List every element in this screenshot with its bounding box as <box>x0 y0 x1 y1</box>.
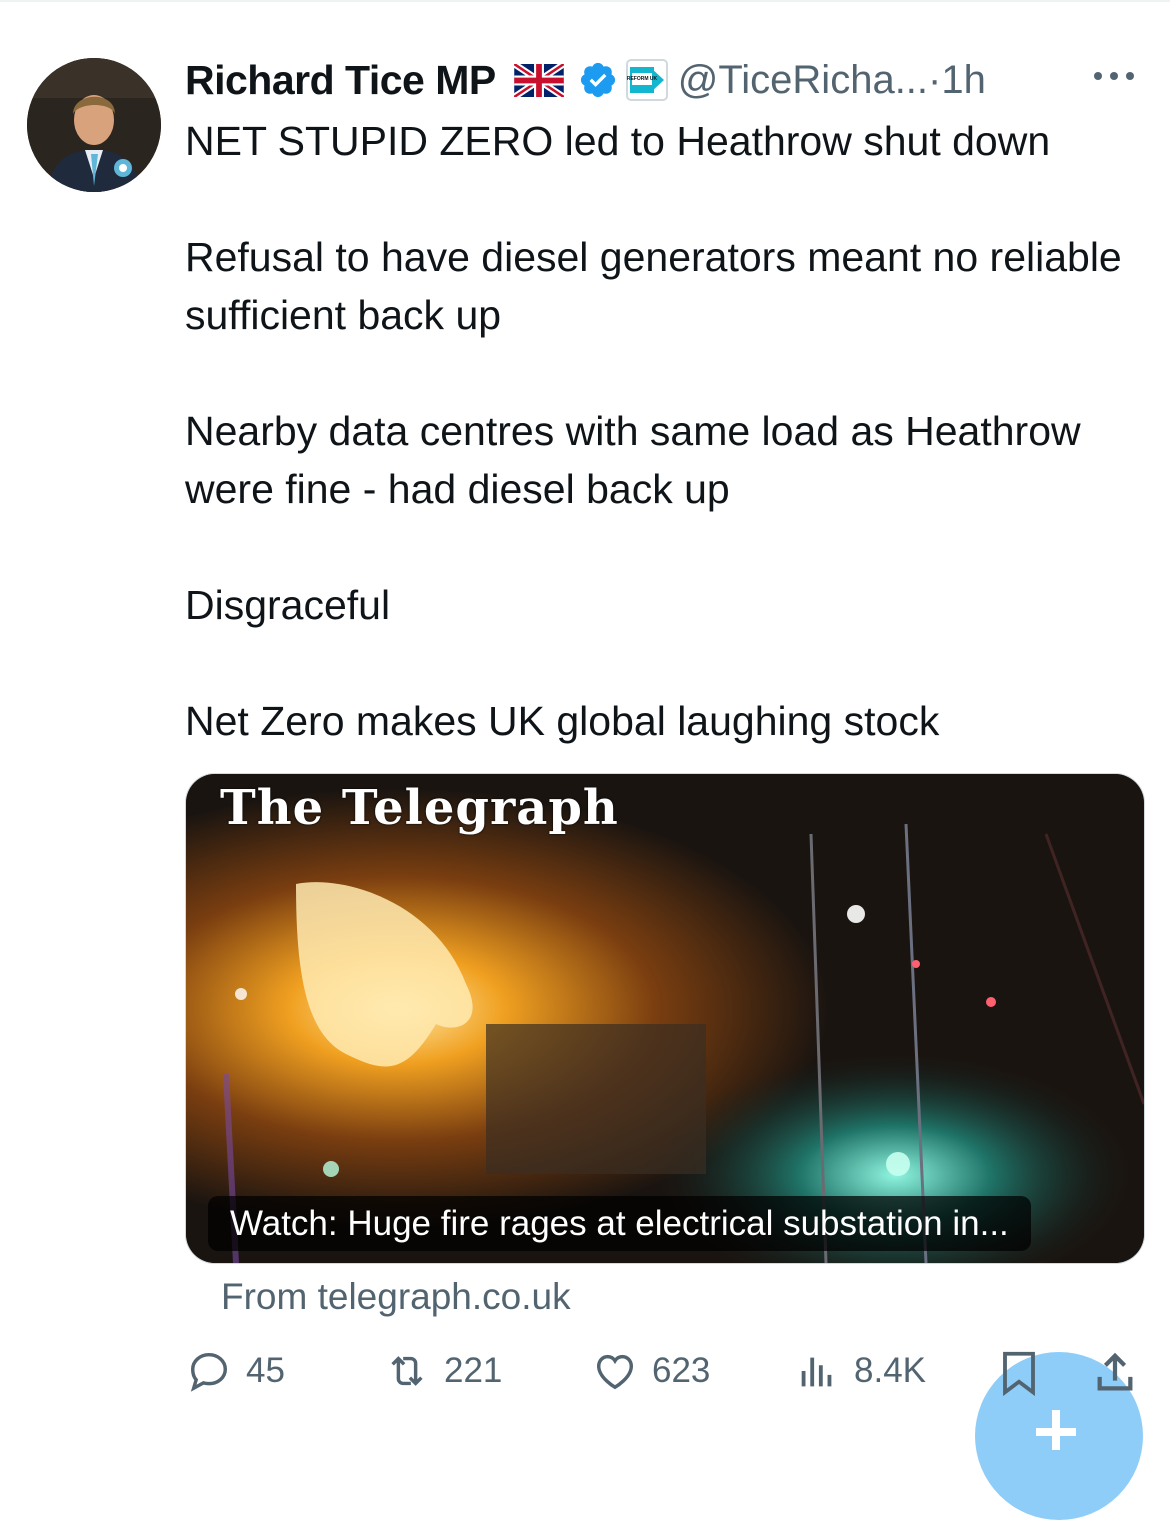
time-separator: · <box>928 57 942 102</box>
tweet-paragraph: NET STUPID ZERO led to Heathrow shut dow… <box>185 118 1051 164</box>
telegraph-logo: The Telegraph <box>220 780 619 836</box>
like-count: 623 <box>652 1351 711 1390</box>
retweet-icon <box>391 1356 423 1386</box>
tweet-paragraph: Refusal to have diesel generators meant … <box>185 234 1122 338</box>
reply-count: 45 <box>246 1351 285 1390</box>
link-preview-card[interactable]: The Telegraph Watch: Huge fire rages at … <box>185 773 1145 1264</box>
affiliate-label: REFORM UK <box>627 76 658 82</box>
views-count: 8.4K <box>854 1351 926 1390</box>
verified-badge-icon[interactable] <box>578 60 618 100</box>
views-button[interactable]: 8.4K <box>794 1348 926 1394</box>
bookmark-icon[interactable] <box>998 1350 1040 1396</box>
avatar[interactable] <box>27 58 161 192</box>
heart-icon <box>596 1354 634 1390</box>
tweet-paragraph: Disgraceful <box>185 582 391 628</box>
more-options-icon[interactable] <box>1090 62 1138 90</box>
tweet-header: Richard Tice MP REFORM UK @TiceRicha... … <box>185 52 1155 108</box>
tweet-paragraph: Nearby data centres with same load as He… <box>185 408 1081 512</box>
share-icon[interactable] <box>1092 1350 1138 1396</box>
tweet-paragraph: Net Zero makes UK global laughing stock <box>185 698 940 744</box>
retweet-count: 221 <box>444 1351 503 1390</box>
top-divider <box>0 0 1170 2</box>
reply-icon <box>190 1352 228 1392</box>
compose-plus-icon-bar <box>1036 1428 1076 1436</box>
like-button[interactable]: 623 <box>592 1348 710 1394</box>
tweet-body: NET STUPID ZERO led to Heathrow shut dow… <box>185 112 1145 808</box>
reply-button[interactable]: 45 <box>186 1348 285 1394</box>
retweet-button[interactable]: 221 <box>384 1348 502 1394</box>
author-name[interactable]: Richard Tice MP <box>185 57 496 104</box>
card-image <box>186 774 1144 1263</box>
card-caption: Watch: Huge fire rages at electrical sub… <box>208 1196 1031 1251</box>
reform-uk-affiliate-icon[interactable]: REFORM UK <box>625 59 668 101</box>
author-handle[interactable]: @TiceRicha... <box>678 58 928 103</box>
uk-flag-icon <box>512 60 566 100</box>
tweet-time[interactable]: 1h <box>941 58 986 103</box>
views-chart-icon <box>801 1357 832 1387</box>
card-source[interactable]: From telegraph.co.uk <box>221 1276 571 1318</box>
